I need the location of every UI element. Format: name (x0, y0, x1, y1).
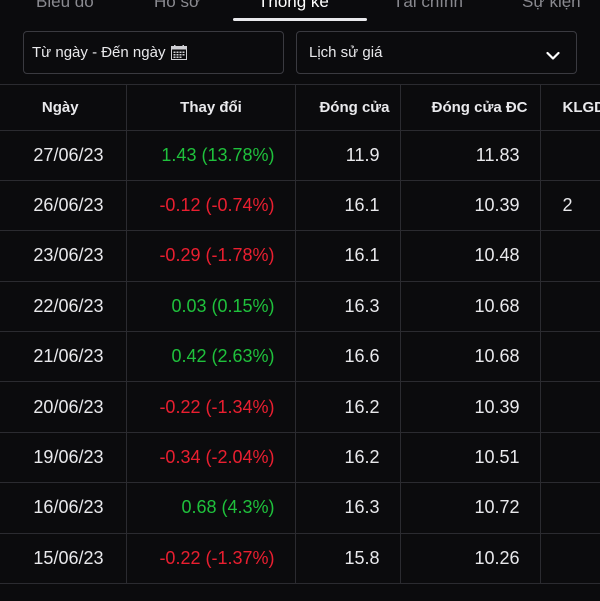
cell-close: 11.9 (295, 130, 401, 181)
cell-date: 16/06/23 (0, 482, 127, 534)
cell-adjusted-close: 10.72 (400, 482, 541, 534)
cell-change: 0.68 (4.3%) (126, 482, 296, 534)
cell-volume (540, 281, 600, 333)
cell-adjusted-close: 10.39 (400, 381, 541, 433)
history-type-label: Lịch sử giá (309, 44, 383, 61)
column-header-change[interactable]: Thay đổi (126, 85, 296, 131)
table-row[interactable]: 26/06/23 -0.12 (-0.74%) 16.1 10.39 2 (0, 180, 600, 232)
cell-adjusted-close: 10.68 (400, 281, 541, 333)
cell-adjusted-close: 10.51 (400, 432, 541, 484)
table-row[interactable]: 22/06/23 0.03 (0.15%) 16.3 10.68 (0, 281, 600, 333)
cell-adjusted-close: 10.48 (400, 230, 541, 282)
cell-change: -0.22 (-1.37%) (126, 533, 296, 585)
filter-bar: Từ ngày - Đến ngày Lịch sử giá (0, 31, 600, 76)
cell-close: 16.1 (295, 180, 401, 232)
cell-date: 27/06/23 (0, 130, 127, 181)
tab-events[interactable]: Sự kiện (522, 0, 581, 12)
cell-adjusted-close: 10.68 (400, 331, 541, 383)
table-row[interactable]: 16/06/23 0.68 (4.3%) 16.3 10.72 (0, 482, 600, 534)
cell-volume (540, 432, 600, 484)
column-header-close[interactable]: Đóng cửa (295, 85, 401, 131)
cell-close: 16.6 (295, 331, 401, 383)
cell-volume (540, 230, 600, 282)
cell-close: 16.1 (295, 230, 401, 282)
table-row[interactable]: 23/06/23 -0.29 (-1.78%) 16.1 10.48 (0, 230, 600, 282)
cell-volume (540, 331, 600, 383)
cell-date: 22/06/23 (0, 281, 127, 333)
cell-adjusted-close: 10.26 (400, 533, 541, 585)
tab-profile[interactable]: Hồ sơ (154, 0, 200, 12)
column-header-adjusted-close[interactable]: Đóng cửa ĐC (400, 85, 541, 131)
cell-volume (540, 533, 600, 585)
cell-volume: 2 (540, 180, 600, 232)
history-type-select[interactable]: Lịch sử giá (296, 31, 577, 74)
column-header-volume[interactable]: KLGD (540, 85, 600, 131)
tab-bar: Biểu đồ Hồ sơ Thống kê Tài chính Sự kiện (0, 0, 600, 22)
table-row[interactable]: 19/06/23 -0.34 (-2.04%) 16.2 10.51 (0, 432, 600, 484)
date-range-picker[interactable]: Từ ngày - Đến ngày (23, 31, 284, 74)
cell-volume (540, 381, 600, 433)
calendar-icon (171, 45, 188, 60)
cell-volume (540, 130, 600, 181)
column-header-date[interactable]: Ngày (0, 85, 127, 131)
cell-adjusted-close: 10.39 (400, 180, 541, 232)
cell-date: 21/06/23 (0, 331, 127, 383)
tab-chart[interactable]: Biểu đồ (36, 0, 94, 12)
cell-change: 0.42 (2.63%) (126, 331, 296, 383)
tab-statistics[interactable]: Thống kê (258, 0, 329, 12)
cell-date: 20/06/23 (0, 381, 127, 433)
table-row[interactable]: 15/06/23 -0.22 (-1.37%) 15.8 10.26 (0, 533, 600, 585)
cell-date: 15/06/23 (0, 533, 127, 585)
cell-adjusted-close: 11.83 (400, 130, 541, 181)
cell-change: -0.22 (-1.34%) (126, 381, 296, 433)
cell-change: 0.03 (0.15%) (126, 281, 296, 333)
table-row[interactable]: 21/06/23 0.42 (2.63%) 16.6 10.68 (0, 331, 600, 383)
chevron-down-icon (546, 48, 560, 60)
cell-change: -0.34 (-2.04%) (126, 432, 296, 484)
cell-date: 23/06/23 (0, 230, 127, 282)
cell-close: 16.2 (295, 432, 401, 484)
table-row[interactable]: 27/06/23 1.43 (13.78%) 11.9 11.83 (0, 130, 600, 181)
cell-change: 1.43 (13.78%) (126, 130, 296, 181)
date-range-label: Từ ngày - Đến ngày (32, 44, 166, 61)
cell-close: 16.3 (295, 281, 401, 333)
cell-volume (540, 482, 600, 534)
tab-finance[interactable]: Tài chính (393, 0, 463, 12)
cell-date: 26/06/23 (0, 180, 127, 232)
table-row[interactable]: 20/06/23 -0.22 (-1.34%) 16.2 10.39 (0, 381, 600, 433)
table-header-row: Ngày Thay đổi Đóng cửa Đóng cửa ĐC KLGD (0, 85, 600, 131)
cell-date: 19/06/23 (0, 432, 127, 484)
price-history-table: Ngày Thay đổi Đóng cửa Đóng cửa ĐC KLGD … (0, 84, 600, 601)
cell-close: 16.3 (295, 482, 401, 534)
cell-change: -0.12 (-0.74%) (126, 180, 296, 232)
cell-close: 15.8 (295, 533, 401, 585)
cell-close: 16.2 (295, 381, 401, 433)
cell-change: -0.29 (-1.78%) (126, 230, 296, 282)
active-tab-indicator (233, 18, 367, 21)
